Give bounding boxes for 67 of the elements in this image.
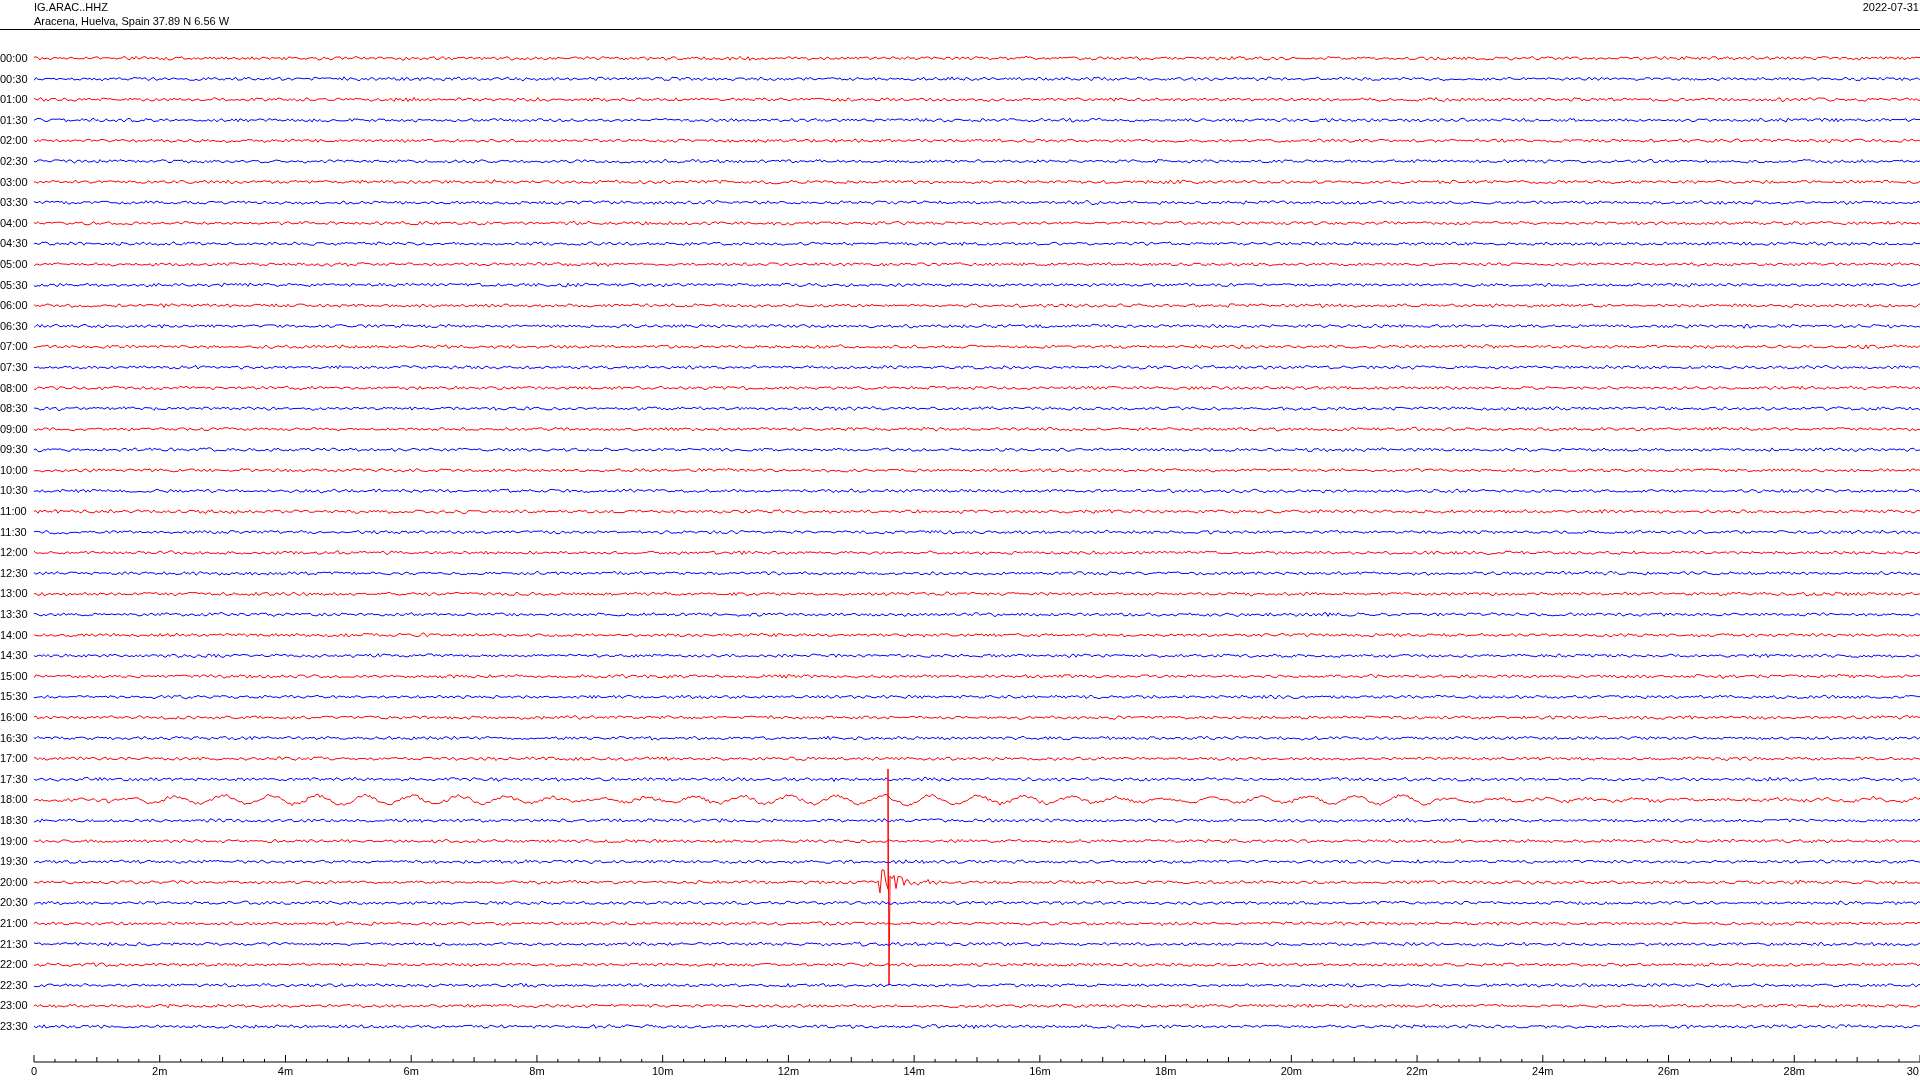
time-label: 04:30 <box>0 236 29 252</box>
time-label: 04:00 <box>0 215 29 231</box>
axis-tick-label: 30 <box>1906 1065 1919 1077</box>
time-label: 01:00 <box>0 92 29 108</box>
time-label: 17:00 <box>0 751 29 767</box>
time-label: 21:30 <box>0 936 29 952</box>
time-label: 13:00 <box>0 586 29 602</box>
axis-tick-label: 8m <box>529 1065 545 1077</box>
time-label: 20:00 <box>0 874 29 890</box>
time-label: 03:30 <box>0 195 29 211</box>
time-label: 10:30 <box>0 483 29 499</box>
axis-tick-label: 4m <box>277 1065 294 1077</box>
axis-tick-label: 2m <box>152 1065 168 1077</box>
time-label: 08:00 <box>0 380 29 396</box>
time-label: 17:30 <box>0 771 29 787</box>
time-label: 15:00 <box>0 668 29 684</box>
time-label: 22:30 <box>0 977 29 993</box>
time-label: 07:00 <box>0 339 29 355</box>
axis-tick-label: 0 <box>30 1065 38 1077</box>
time-label: 01:30 <box>0 112 29 128</box>
time-label: 23:00 <box>0 998 29 1014</box>
time-label: 02:00 <box>0 133 29 149</box>
station-code: IG.ARAC..HHZ <box>34 0 109 14</box>
time-label: 18:30 <box>0 812 29 828</box>
date-label: 2022-07-31 <box>1862 0 1920 15</box>
time-label: 09:30 <box>0 442 29 458</box>
axis-tick-label: 22m <box>1406 1065 1428 1077</box>
time-label: 19:00 <box>0 833 29 849</box>
time-label: 12:30 <box>0 565 29 581</box>
time-label: 15:30 <box>0 689 29 705</box>
time-label: 05:00 <box>0 256 29 272</box>
time-label: 21:00 <box>0 915 29 931</box>
time-label: 11:00 <box>0 504 28 520</box>
time-label: 06:00 <box>0 298 29 314</box>
time-label: 23:30 <box>0 1018 29 1034</box>
axis-tick-label: 14m <box>903 1065 925 1077</box>
time-label: 00:00 <box>0 51 29 66</box>
time-label: 20:30 <box>0 895 29 911</box>
time-label: 03:00 <box>0 174 29 190</box>
time-label: 19:30 <box>0 854 29 870</box>
station-location: Aracena, Huelva, Spain 37.89 N 6.56 W <box>34 14 230 28</box>
axis-tick-label: 26m <box>1657 1065 1680 1077</box>
time-label: 14:00 <box>0 627 29 643</box>
time-label: 00:30 <box>0 71 29 87</box>
axis-tick-label: 24m <box>1532 1065 1554 1077</box>
time-label: 05:30 <box>0 277 29 293</box>
time-label: 08:30 <box>0 401 29 417</box>
time-label: 14:30 <box>0 648 29 664</box>
axis-tick-label: 28m <box>1783 1065 1805 1077</box>
time-label: 16:00 <box>0 710 29 725</box>
time-label: 02:30 <box>0 153 29 169</box>
time-label: 06:30 <box>0 318 29 334</box>
axis-tick-label: 10m <box>651 1065 674 1077</box>
time-label: 09:00 <box>0 421 29 437</box>
axis-tick-label: 6m <box>403 1065 419 1077</box>
time-label: 07:30 <box>0 359 29 375</box>
axis-tick-label: 20m <box>1280 1065 1303 1077</box>
time-label: 12:00 <box>0 545 29 561</box>
axis-tick-label: 16m <box>1029 1065 1051 1077</box>
time-label: 18:00 <box>0 792 29 808</box>
time-label: 11:30 <box>0 524 28 540</box>
time-label: 16:30 <box>0 730 29 746</box>
axis-tick-label: 18m <box>1154 1065 1177 1077</box>
axis-tick-label: 12m <box>777 1065 800 1077</box>
time-label: 10:00 <box>0 462 29 478</box>
time-label: 22:00 <box>0 957 29 973</box>
time-label: 13:30 <box>0 607 29 623</box>
